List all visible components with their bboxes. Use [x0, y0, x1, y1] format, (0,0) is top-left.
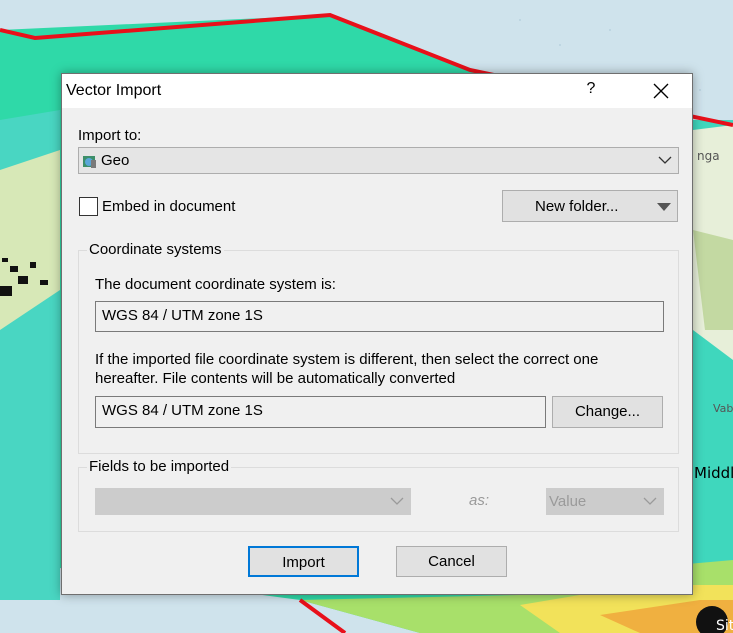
chevron-down-icon — [643, 497, 657, 505]
map-label-middl: Middl — [694, 464, 733, 482]
imported-cs-field[interactable]: WGS 84 / UTM zone 1S — [95, 396, 546, 428]
imported-cs-label-2: hereafter. File contents will be automat… — [95, 370, 456, 387]
embed-label: Embed in document — [102, 198, 236, 215]
map-label-nga: nga — [697, 149, 720, 163]
new-folder-button[interactable]: New folder... — [502, 190, 678, 222]
vector-import-dialog: Vector Import ? Import to: Geo Embed in … — [61, 73, 693, 595]
chevron-down-icon — [390, 497, 404, 505]
as-value: Value — [549, 493, 587, 510]
embed-checkbox[interactable] — [79, 197, 98, 216]
import-to-label: Import to: — [78, 127, 142, 144]
coordinate-systems-group: Coordinate systems The document coordina… — [78, 241, 679, 454]
change-button[interactable]: Change... — [552, 396, 663, 428]
map-label-vab: Vab — [713, 402, 733, 415]
map-label-sit: Sit — [716, 618, 733, 633]
coordinate-group-title: Coordinate systems — [87, 241, 224, 258]
as-select[interactable]: Value — [546, 488, 664, 515]
document-cs-field[interactable]: WGS 84 / UTM zone 1S — [95, 301, 664, 332]
fields-group-title: Fields to be imported — [87, 458, 232, 475]
fields-select[interactable] — [95, 488, 411, 515]
as-label: as: — [469, 492, 490, 509]
fields-group: Fields to be imported as: Value — [78, 458, 679, 532]
new-folder-label: New folder... — [535, 198, 619, 215]
import-button[interactable]: Import — [248, 546, 359, 577]
folder-icon — [83, 156, 96, 168]
titlebar[interactable]: Vector Import ? — [62, 74, 692, 108]
dialog-title: Vector Import — [66, 82, 162, 99]
imported-cs-label-1: If the imported file coordinate system i… — [95, 351, 599, 368]
chevron-down-icon — [658, 156, 672, 164]
import-to-value: Geo — [101, 152, 130, 169]
cancel-button[interactable]: Cancel — [396, 546, 507, 577]
close-icon[interactable] — [646, 79, 674, 103]
import-to-select[interactable]: Geo — [78, 147, 679, 174]
document-cs-label: The document coordinate system is: — [95, 276, 336, 293]
dropdown-arrow-icon — [657, 203, 671, 211]
help-button[interactable]: ? — [582, 80, 600, 98]
